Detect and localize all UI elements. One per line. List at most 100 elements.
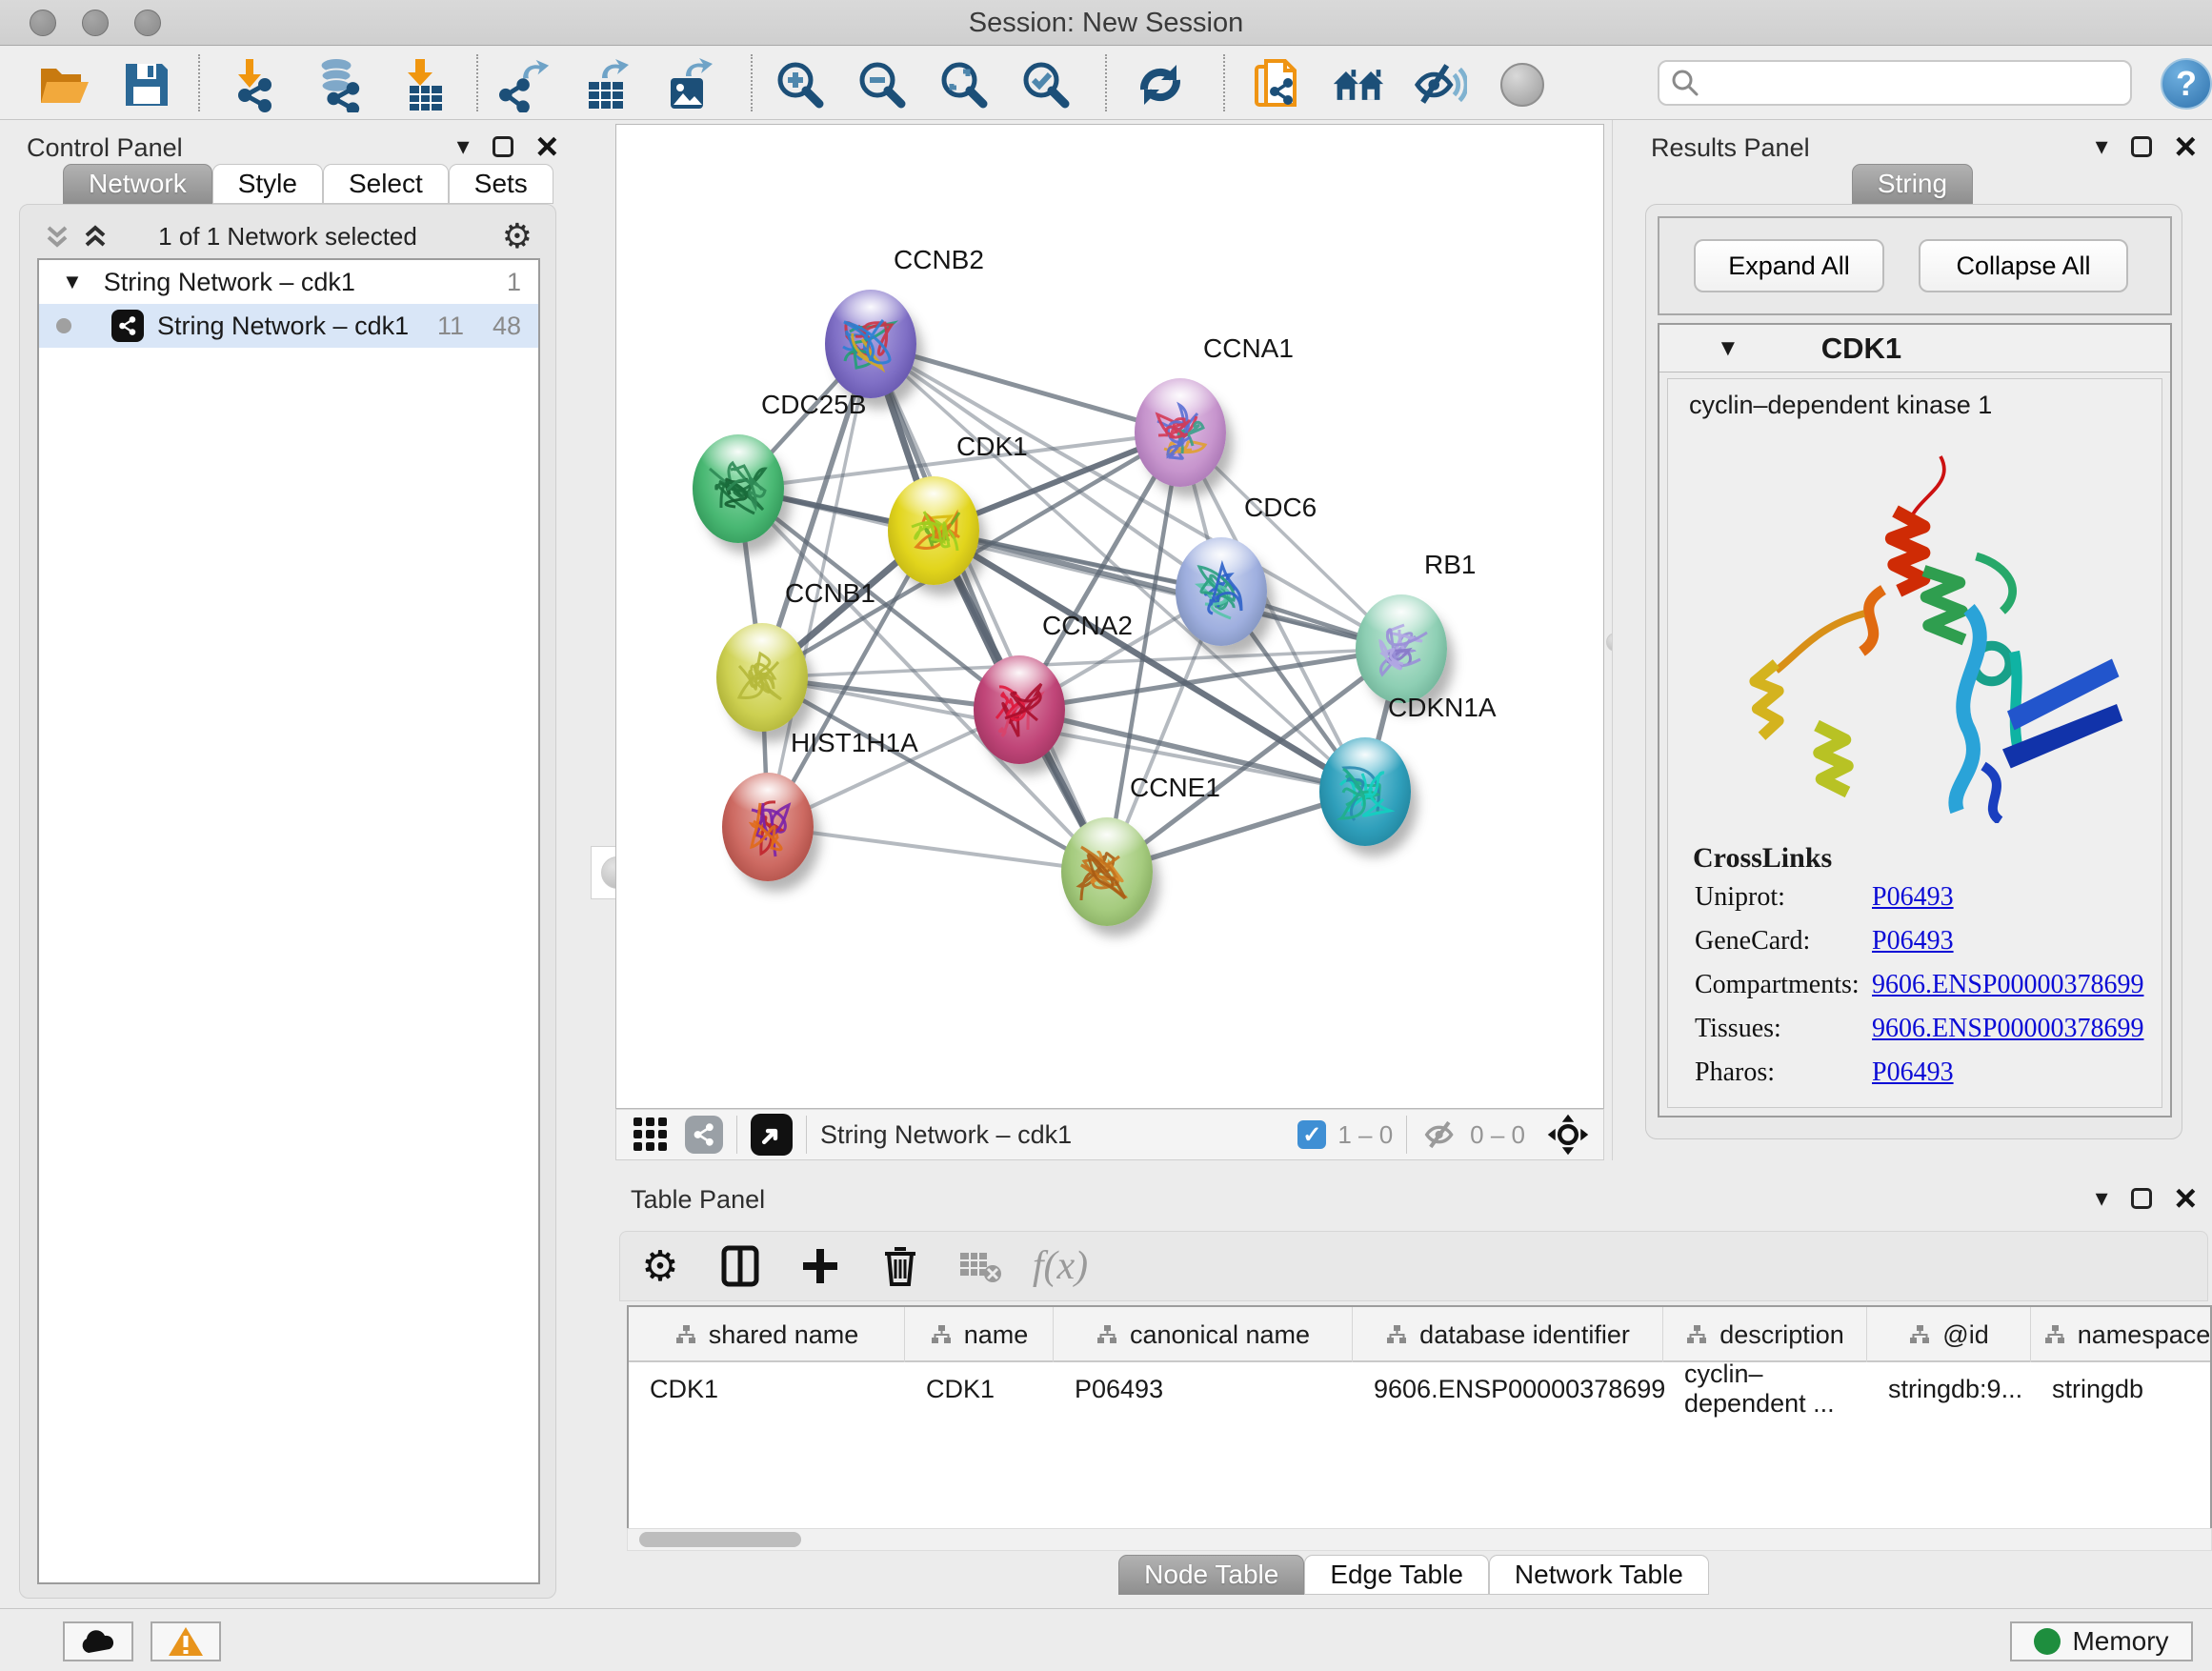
panel-float-icon[interactable] [493,136,513,157]
network-node-CCNA2[interactable] [974,655,1065,764]
panel-menu-icon[interactable]: ▾ [2096,131,2108,161]
crosslink-link[interactable]: 9606.ENSP00000378699 [1872,1014,2143,1044]
network-row[interactable]: String Network – cdk1 11 48 [39,304,538,348]
help-button[interactable]: ? [2161,58,2212,110]
table-tabs: Node TableEdge TableNetwork Table [615,1555,2212,1595]
network-node-CCNB2[interactable] [825,290,916,398]
grid-view-icon[interactable] [632,1116,670,1154]
search-input[interactable] [1699,69,2109,98]
network-node-CCNE1[interactable] [1061,817,1153,926]
tab-string[interactable]: String [1852,164,1973,204]
tab-sets[interactable]: Sets [449,164,553,204]
expand-all-button[interactable]: Expand All [1694,239,1884,292]
tab-edge-table[interactable]: Edge Table [1304,1555,1489,1595]
tab-network[interactable]: Network [63,164,212,204]
node-label-CDKN1A: CDKN1A [1388,693,1497,723]
selected-checkbox-icon[interactable]: ✓ [1297,1120,1326,1149]
delete-table-button[interactable] [940,1249,1020,1283]
column-header-canonical-name[interactable]: canonical name [1054,1307,1353,1362]
crosslink-link[interactable]: P06493 [1872,1057,1954,1088]
export-image-button[interactable] [663,58,716,111]
tab-style[interactable]: Style [212,164,323,204]
network-node-CCNB1[interactable] [716,623,808,732]
panel-menu-icon[interactable]: ▾ [457,131,470,161]
save-session-button[interactable] [120,58,173,111]
panel-close-icon[interactable]: × [2175,136,2197,157]
network-collection-row[interactable]: ▼ String Network – cdk1 1 [39,260,538,304]
table-cell[interactable]: P06493 [1054,1362,1353,1416]
column-header-shared-name[interactable]: shared name [629,1307,905,1362]
table-cell[interactable]: 9606.ENSP00000378699 [1353,1362,1663,1416]
hide-selected-button[interactable] [1414,58,1467,111]
network-node-CCNA1[interactable] [1135,378,1226,487]
network-node-CDC6[interactable] [1176,537,1267,646]
birds-eye-view-icon[interactable] [751,1114,793,1156]
network-node-HIST1H1A[interactable] [722,773,814,881]
current-network-name: String Network – cdk1 [820,1120,1072,1150]
delete-column-button[interactable] [860,1245,940,1287]
import-database-button[interactable] [311,58,364,111]
network-node-RB1[interactable] [1356,594,1447,703]
column-header-description[interactable]: description [1663,1307,1867,1362]
zoom-selected-button[interactable] [1019,58,1073,111]
network-canvas[interactable]: CCNB2CCNA1CDC25BCDK1CDC6RB1CCNB1CCNA2CDK… [615,124,1604,1109]
collapse-all-button[interactable]: Collapse All [1919,239,2128,292]
show-columns-button[interactable] [700,1245,780,1287]
function-builder-button[interactable]: f(x) [1020,1243,1100,1289]
toolbar-separator [198,54,200,111]
tab-select[interactable]: Select [323,164,449,204]
panel-close-icon[interactable]: × [2175,1188,2197,1209]
panel-close-icon[interactable]: × [536,136,558,157]
crosslink-link[interactable]: P06493 [1872,926,1954,956]
search-field[interactable] [1658,60,2132,106]
horizontal-scrollbar[interactable] [627,1528,2212,1551]
panel-float-icon[interactable] [2131,136,2152,157]
network-node-CDKN1A[interactable] [1319,737,1411,846]
table-cell[interactable]: cyclin–dependent ... [1663,1362,1867,1416]
gene-section-header[interactable]: ▼ CDK1 [1659,325,2170,372]
table-settings-button[interactable]: ⚙ [620,1242,700,1291]
gear-icon[interactable]: ⚙ [502,216,533,256]
node-table: shared namenamecanonical namedatabase id… [627,1305,2212,1530]
scrollbar-thumb[interactable] [639,1532,801,1547]
tree-expander-icon[interactable]: ▼ [62,270,83,294]
apply-layout-button[interactable] [1134,58,1187,111]
column-header-database-identifier[interactable]: database identifier [1353,1307,1663,1362]
network-node-CDK1[interactable] [888,476,979,585]
crosslink-row: Tissues:9606.ENSP00000378699 [1668,1014,2162,1057]
column-header-name[interactable]: name [905,1307,1054,1362]
column-header-namespace[interactable]: namespace [2031,1307,2212,1362]
export-network-button[interactable] [499,58,553,111]
crosslink-link[interactable]: P06493 [1872,882,1954,913]
open-session-button[interactable] [38,58,91,111]
zoom-out-button[interactable] [855,58,909,111]
zoom-fit-button[interactable] [937,58,991,111]
clone-network-button[interactable] [1250,58,1303,111]
crosslink-link[interactable]: 9606.ENSP00000378699 [1872,970,2143,1000]
zoom-in-button[interactable] [774,58,827,111]
table-cell[interactable]: CDK1 [905,1362,1054,1416]
import-network-button[interactable] [225,58,278,111]
panel-menu-icon[interactable]: ▾ [2096,1183,2108,1213]
tab-node-table[interactable]: Node Table [1118,1555,1304,1595]
create-column-button[interactable] [780,1247,860,1285]
cloud-status-button[interactable] [63,1621,133,1661]
network-node-CDC25B[interactable] [693,434,784,543]
table-cell[interactable]: CDK1 [629,1362,905,1416]
network-view-icon[interactable] [685,1116,723,1154]
table-cell[interactable]: stringdb:9... [1867,1362,2031,1416]
memory-button[interactable]: Memory [2010,1621,2193,1661]
warning-status-button[interactable] [151,1621,221,1661]
table-cell[interactable]: stringdb [2031,1362,2212,1416]
pan-crosshair-icon[interactable] [1546,1113,1590,1157]
column-header-@id[interactable]: @id [1867,1307,2031,1362]
crosslink-row: Pharos:P06493 [1668,1057,2162,1101]
table-row[interactable]: CDK1CDK1P064939606.ENSP00000378699cyclin… [629,1362,2212,1416]
graphics-details-button[interactable] [1496,58,1549,111]
section-caret-icon[interactable]: ▼ [1717,335,1739,362]
string-home-button[interactable] [1332,58,1385,111]
tab-network-table[interactable]: Network Table [1489,1555,1709,1595]
panel-float-icon[interactable] [2131,1188,2152,1209]
import-table-button[interactable] [396,58,450,111]
export-table-button[interactable] [581,58,634,111]
